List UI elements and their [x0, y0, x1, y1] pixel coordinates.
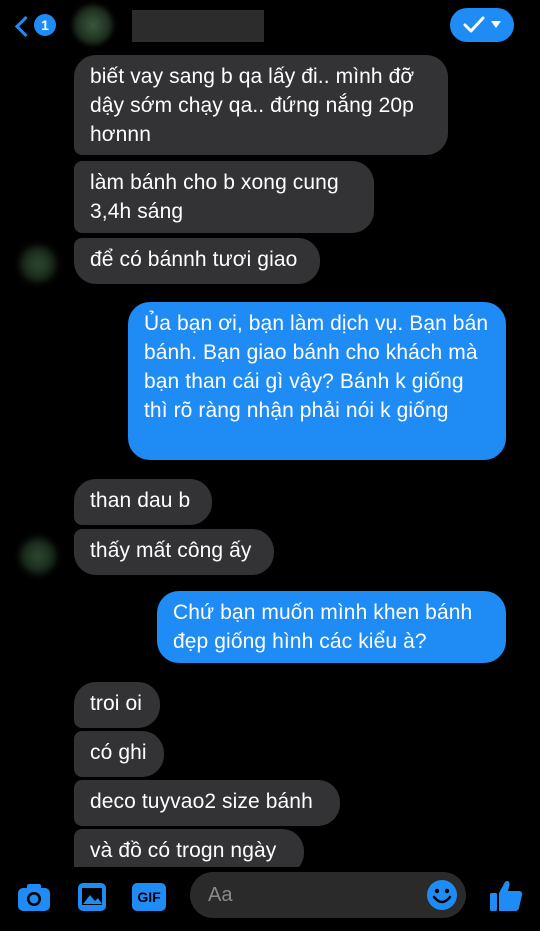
like-icon[interactable]: [488, 878, 524, 914]
contact-avatar[interactable]: [72, 4, 114, 46]
message-bubble[interactable]: biết vay sang b qa lấy đi.. mình đỡ dậy …: [74, 55, 448, 155]
message-bubble[interactable]: troi oi: [74, 682, 160, 728]
message-bubble[interactable]: để có bánnh tươi giao: [74, 238, 320, 284]
back-chevron-icon: [14, 15, 37, 37]
message-bubble[interactable]: có ghi: [74, 731, 164, 777]
message-bubble[interactable]: Chứ bạn muốn mình khen bánh đẹp giống hì…: [157, 591, 506, 663]
chat-header: 1: [0, 0, 540, 52]
check-icon: [463, 16, 485, 33]
message-bubble[interactable]: Ủa bạn ơi, bạn làm dịch vụ. Bạn bán bánh…: [128, 302, 506, 460]
message-bubble[interactable]: làm bánh cho b xong cung 3,4h sáng: [74, 161, 374, 233]
chevron-down-icon: [491, 21, 501, 28]
message-input[interactable]: Aa: [190, 872, 466, 918]
sender-avatar: [18, 244, 58, 284]
check-button[interactable]: [450, 8, 514, 42]
back-button[interactable]: 1: [14, 12, 64, 40]
unread-badge: 1: [34, 14, 56, 36]
contact-name[interactable]: [132, 10, 264, 42]
emoji-icon[interactable]: [426, 879, 458, 911]
gif-icon[interactable]: GIF: [132, 883, 166, 911]
message-bubble[interactable]: thấy mất công ấy: [74, 529, 274, 575]
message-input-placeholder: Aa: [208, 884, 233, 906]
sender-avatar: [18, 536, 58, 576]
photo-icon[interactable]: [76, 881, 108, 913]
message-bubble[interactable]: than dau b: [74, 479, 212, 525]
camera-icon[interactable]: [16, 881, 52, 913]
message-bubble[interactable]: deco tuyvao2 size bánh: [74, 780, 340, 826]
